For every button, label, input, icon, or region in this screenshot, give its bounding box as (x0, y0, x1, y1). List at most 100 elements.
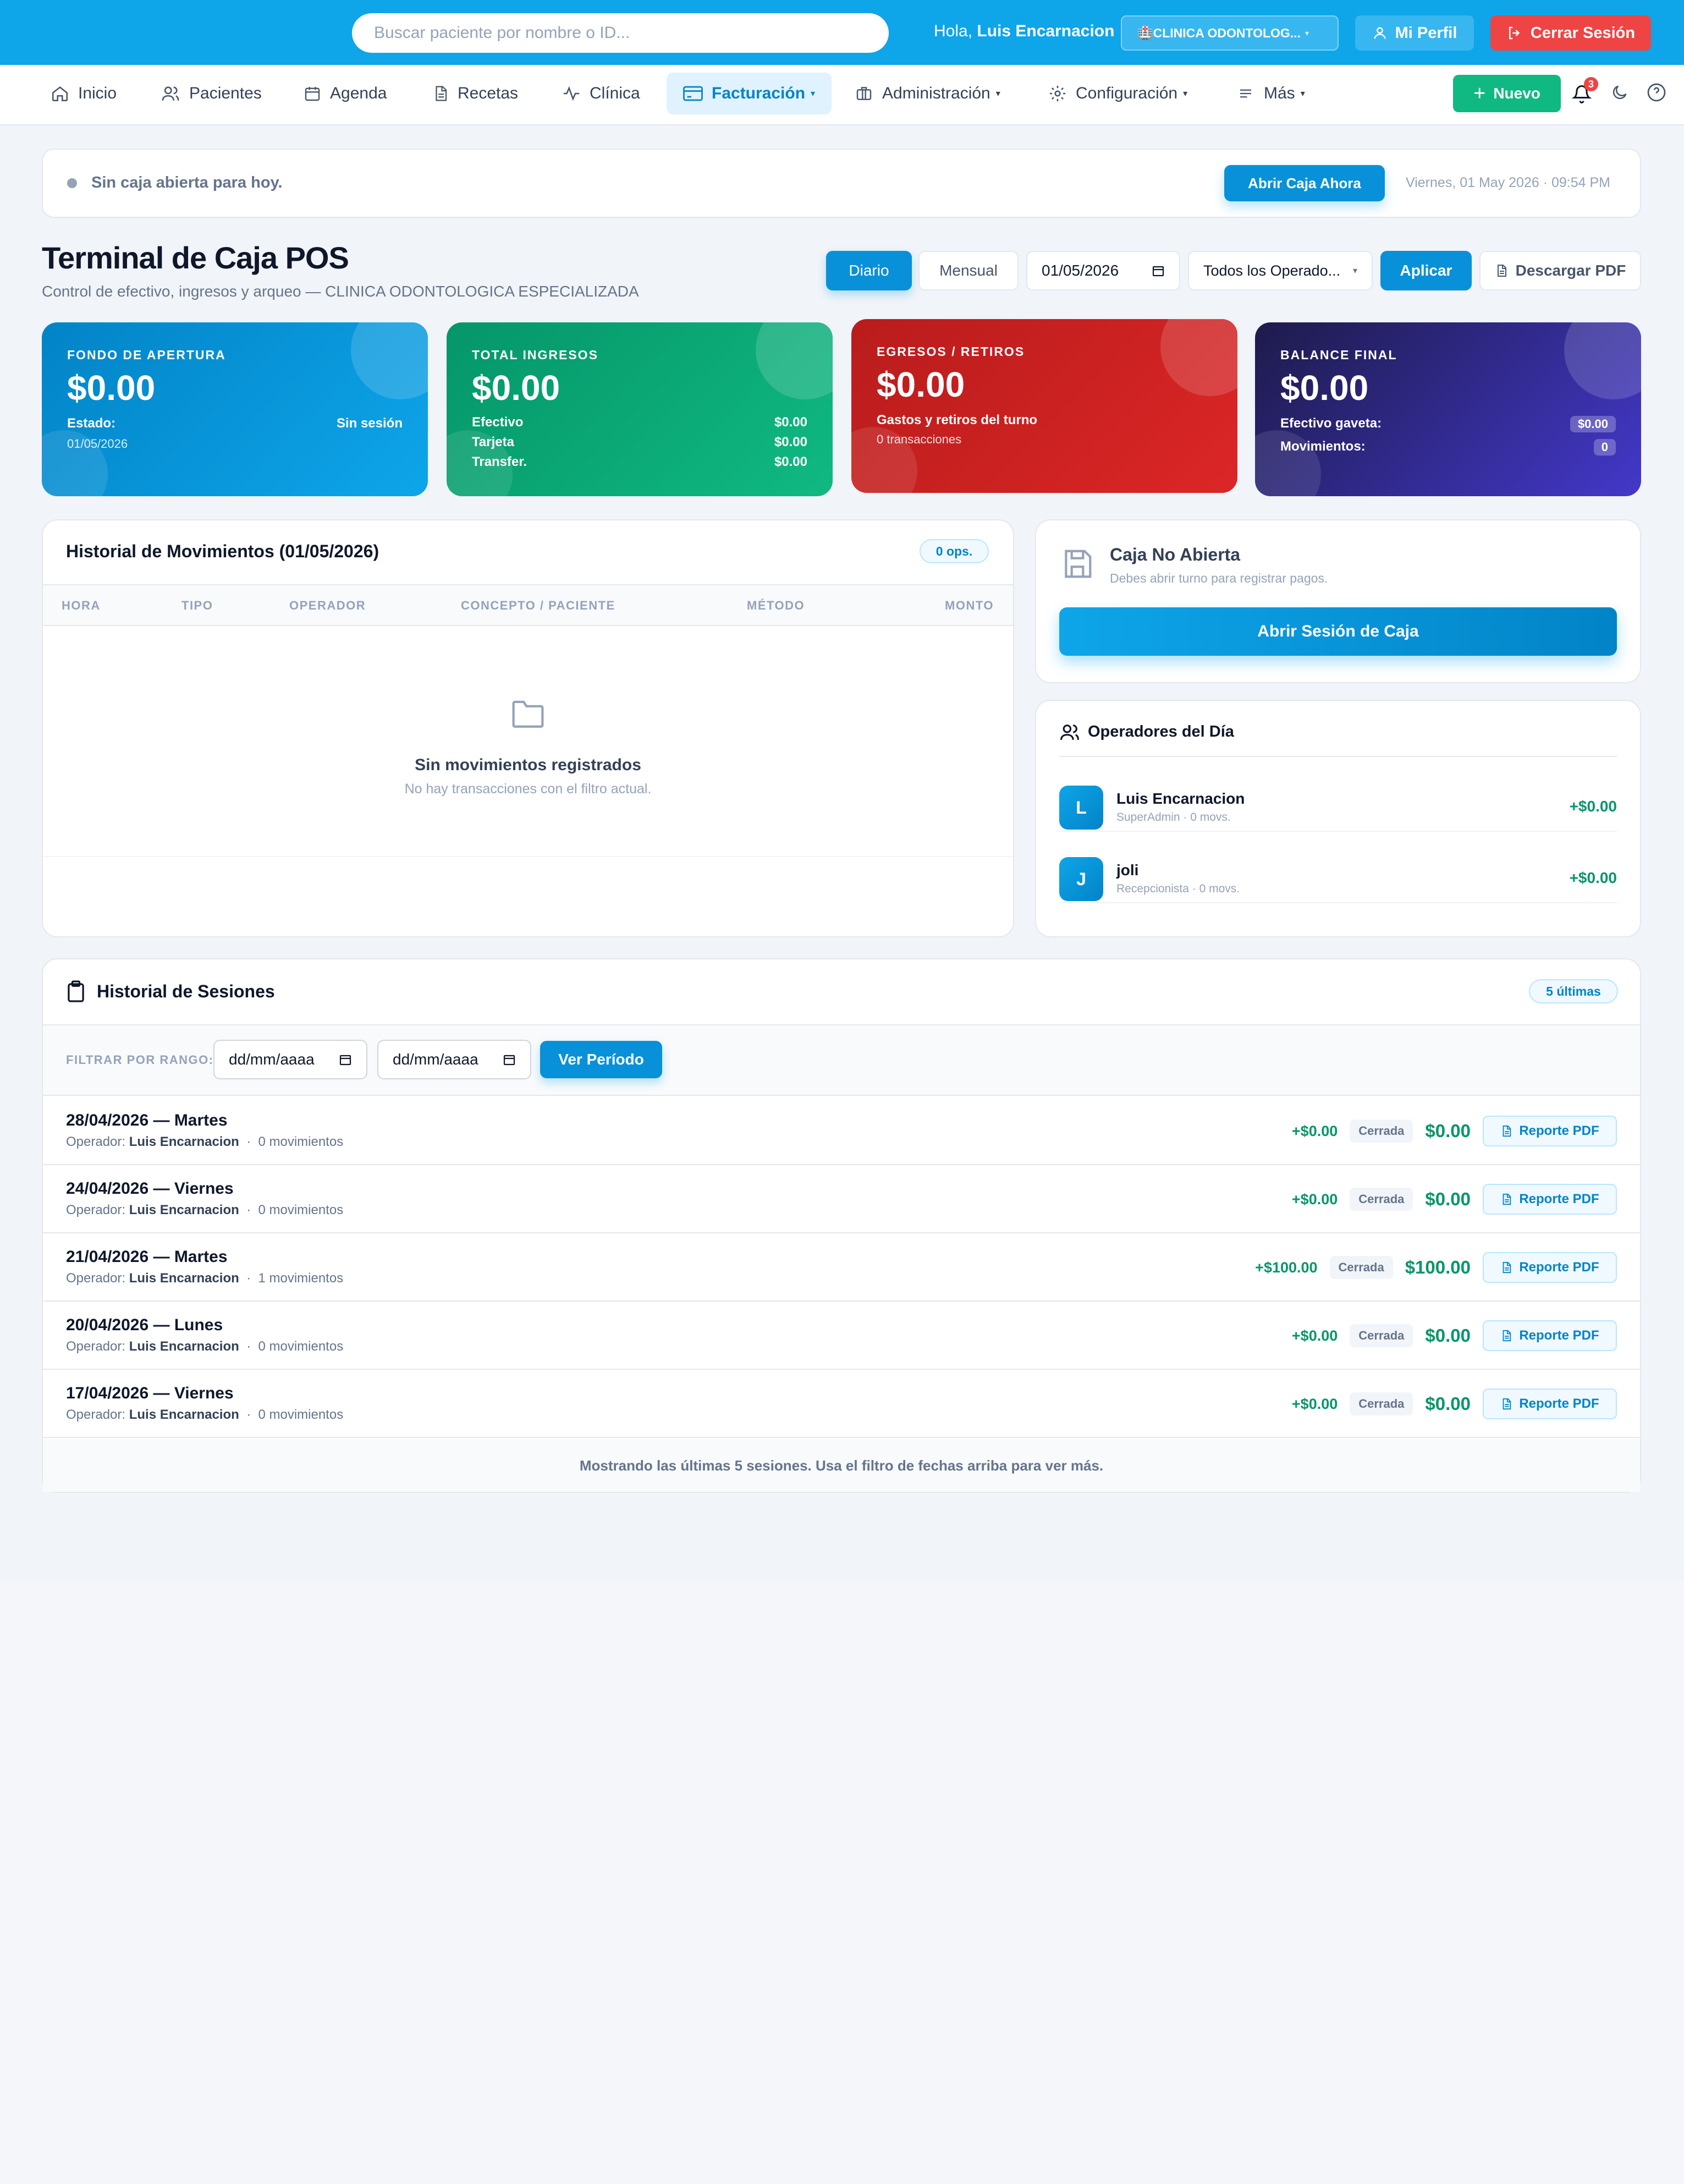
movements-label: Movimientos: (1280, 439, 1366, 454)
session-income: +$0.00 (1291, 1327, 1338, 1344)
nav-item-pacientes[interactable]: Pacientes (144, 73, 278, 114)
apply-filter-button[interactable]: Aplicar (1380, 251, 1472, 290)
session-total: $100.00 (1405, 1257, 1471, 1277)
avatar: L (1059, 786, 1103, 830)
operator-role: SuperAdmin · 0 movs. (1116, 811, 1231, 824)
decorative-circle (351, 322, 428, 399)
chevron-down-icon: ▾ (1300, 89, 1305, 98)
card-label: BALANCE FINAL (1280, 348, 1397, 362)
report-pdf-button[interactable]: Reporte PDF (1483, 1389, 1617, 1419)
movements-value: 0 (1593, 439, 1616, 456)
nav-item-recetas[interactable]: Recetas (416, 73, 535, 114)
daily-view-button[interactable]: Diario (826, 251, 912, 290)
document-icon (1503, 1330, 1511, 1342)
card-value: $0.00 (472, 368, 560, 408)
session-summary: +$0.00 Cerrada $0.00 Reporte PDF (1292, 1320, 1617, 1351)
movements-count: 0 movimientos (258, 1339, 344, 1354)
download-pdf-button[interactable]: Descargar PDF (1479, 251, 1641, 290)
page-title: Terminal de Caja POS (42, 240, 349, 275)
menu-icon (1240, 89, 1251, 98)
my-profile-button[interactable]: Mi Perfil (1355, 15, 1474, 51)
report-date-input[interactable]: 01/05/2026 (1026, 251, 1180, 290)
session-date: 28/04/2026 — Martes (66, 1111, 228, 1129)
column-header-hora: HORA (62, 599, 101, 612)
empty-state-subtitle: No hay transacciones con el filtro actua… (404, 781, 652, 797)
column-header-operador: OPERADOR (289, 599, 366, 612)
nav-label: Administración (882, 84, 990, 102)
home-icon (52, 86, 68, 102)
from-date-input[interactable]: dd/mm/aaaa (213, 1040, 367, 1079)
credit-card-icon (683, 86, 703, 101)
save-icon (1060, 547, 1094, 581)
movements-count: 0 movimientos (258, 1407, 344, 1422)
open-cash-now-button[interactable]: Abrir Caja Ahora (1224, 165, 1385, 201)
card-value: $0.00 (877, 365, 965, 404)
status-badge: Cerrada (1350, 1188, 1413, 1211)
session-operator: Operador: Luis Encarnacion · 1 movimient… (66, 1271, 343, 1286)
greeting-prefix: Hola, (934, 22, 973, 40)
to-date-input[interactable]: dd/mm/aaaa (377, 1040, 531, 1079)
separator: · (239, 1407, 258, 1422)
cash-status-title: Caja No Abierta (1110, 545, 1241, 564)
report-pdf-button[interactable]: Reporte PDF (1483, 1184, 1617, 1215)
operator-prefix: Operador: (66, 1203, 126, 1217)
nav-label: Facturación (712, 84, 806, 102)
user-name: Luis Encarnacion (977, 22, 1115, 40)
operator-name: Luis Encarnacion (129, 1271, 239, 1286)
nav-item-agenda[interactable]: Agenda (287, 73, 403, 114)
decorative-circle (1160, 319, 1237, 396)
income-row-label: Efectivo (472, 415, 524, 430)
operator-prefix: Operador: (66, 1271, 126, 1286)
operator-select[interactable]: Todos los Operado... ▾ (1188, 251, 1373, 290)
session-operator: Operador: Luis Encarnacion · 0 movimient… (66, 1203, 343, 1218)
card-date: 01/05/2026 (67, 437, 128, 451)
help-icon (1647, 83, 1666, 102)
divider (43, 856, 1013, 857)
separator: · (239, 1271, 258, 1286)
report-pdf-button[interactable]: Reporte PDF (1483, 1116, 1617, 1146)
operator-name: Luis Encarnacion (129, 1407, 239, 1422)
status-badge: Cerrada (1350, 1392, 1413, 1415)
session-operator: Operador: Luis Encarnacion · 0 movimient… (66, 1339, 343, 1354)
nav-item-facturacion[interactable]: Facturación ▾ (667, 73, 832, 114)
report-pdf-button[interactable]: Reporte PDF (1483, 1252, 1617, 1283)
status-badge: Cerrada (1329, 1256, 1393, 1279)
nav-item-clinica[interactable]: Clínica (546, 73, 657, 114)
nav-item-administracion[interactable]: Administración ▾ (838, 73, 1017, 114)
decorative-circle (1564, 322, 1641, 399)
session-row: 21/04/2026 — Martes Operador: Luis Encarn… (43, 1233, 1640, 1302)
patient-search-input[interactable]: Buscar paciente por nombre o ID... (352, 13, 889, 53)
empty-state-title: Sin movimientos registrados (415, 756, 641, 774)
download-pdf-label: Descargar PDF (1515, 262, 1626, 279)
chevron-down-icon: ▾ (1305, 28, 1309, 37)
status-label: Estado: (67, 416, 116, 431)
column-header-metodo: MÉTODO (747, 599, 805, 612)
logout-button[interactable]: Cerrar Sesión (1490, 15, 1651, 51)
cash-drawer-value: $0.00 (1570, 416, 1616, 432)
clinic-select[interactable]: 🏥CLINICA ODONTOLOG... ▾ (1121, 15, 1339, 51)
status-value: Sin sesión (336, 416, 403, 431)
separator: · (239, 1203, 258, 1217)
dark-mode-toggle[interactable] (1610, 83, 1629, 102)
new-button[interactable]: + Nuevo (1453, 75, 1561, 112)
nav-item-configuracion[interactable]: Configuración ▾ (1032, 73, 1204, 114)
expenses-sub: Gastos y retiros del turno (877, 413, 1212, 428)
view-period-button[interactable]: Ver Período (540, 1041, 662, 1078)
income-row-cash: Efectivo $0.00 (472, 415, 807, 430)
operator-name: Luis Encarnacion (129, 1203, 239, 1217)
monthly-view-button[interactable]: Mensual (918, 251, 1019, 290)
nav-label: Inicio (78, 84, 117, 102)
status-row: Estado: Sin sesión (67, 416, 403, 431)
nav-item-inicio[interactable]: Inicio (34, 73, 133, 114)
moon-icon (1613, 85, 1627, 100)
session-income: +$0.00 (1291, 1122, 1338, 1139)
session-date: 21/04/2026 — Martes (66, 1248, 228, 1266)
report-pdf-button[interactable]: Reporte PDF (1483, 1320, 1617, 1351)
report-pdf-label: Reporte PDF (1519, 1192, 1599, 1206)
nav-item-mas[interactable]: Más ▾ (1220, 73, 1322, 114)
movements-count: 1 movimientos (258, 1271, 344, 1286)
users-icon (1059, 723, 1080, 742)
help-button[interactable] (1647, 83, 1666, 102)
calendar-icon (339, 1055, 351, 1066)
open-cash-session-button[interactable]: Abrir Sesión de Caja (1059, 607, 1617, 656)
